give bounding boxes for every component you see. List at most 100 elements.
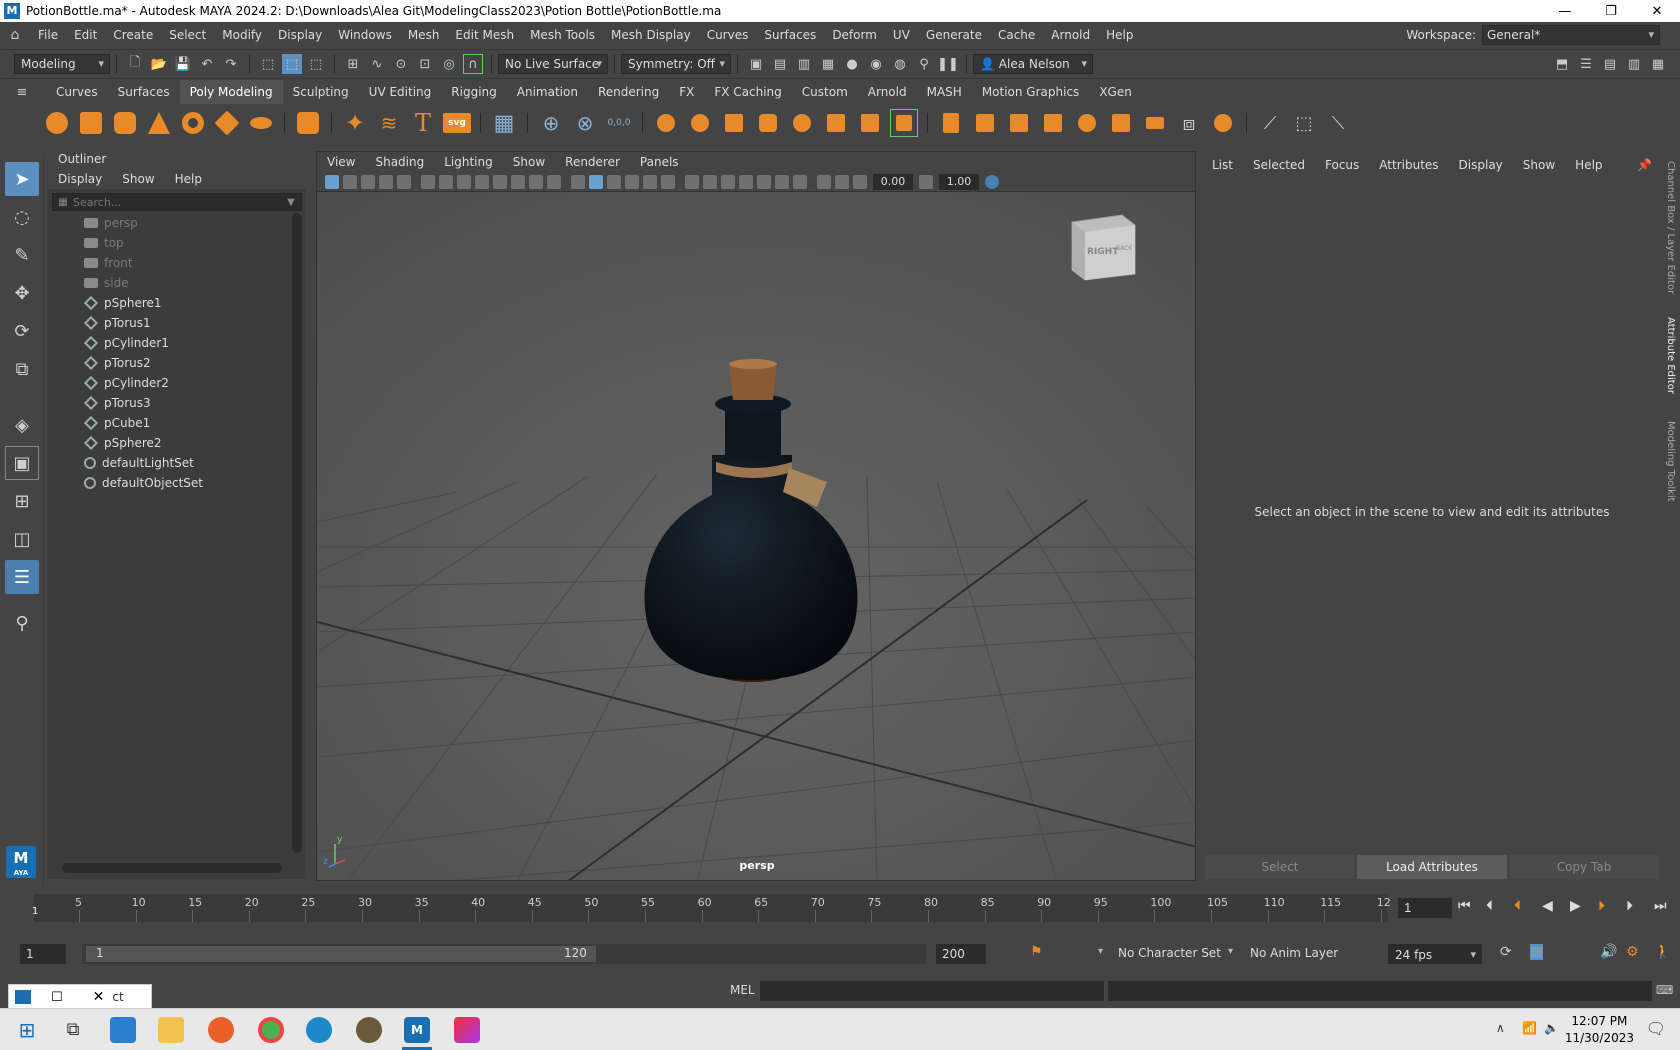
outliner-item-pcylinder1[interactable]: pCylinder1: [48, 333, 288, 353]
chevron-up-icon[interactable]: ∧: [1496, 1021, 1505, 1035]
paint-select-tool-icon[interactable]: ✎: [5, 238, 39, 272]
ae-menu-display[interactable]: Display: [1449, 158, 1513, 172]
menu-edit[interactable]: Edit: [66, 22, 105, 48]
snap-magnet-icon[interactable]: ∩: [463, 54, 483, 74]
outliner-item-defaultlightset[interactable]: defaultLightSet: [48, 453, 288, 473]
lasso-tool-icon[interactable]: ◌: [5, 200, 39, 234]
viewport-scene[interactable]: RIGHT BACK y z: [317, 192, 1195, 880]
shelf-tab-surfaces[interactable]: Surfaces: [108, 80, 180, 104]
shelf-menu-icon[interactable]: ≡: [12, 82, 32, 102]
snap-live-icon[interactable]: ◎: [439, 54, 459, 74]
poly-cone-icon[interactable]: [145, 109, 173, 137]
ae-load-attributes-button[interactable]: Load Attributes: [1357, 855, 1507, 879]
smooth-icon[interactable]: [788, 109, 816, 137]
symmetry-dropdown[interactable]: Symmetry: Off: [621, 54, 731, 74]
outliner-item-pcube1[interactable]: pCube1: [48, 413, 288, 433]
outliner-item-ptorus2[interactable]: pTorus2: [48, 353, 288, 373]
use-all-lights-icon[interactable]: [643, 174, 657, 189]
chevron-down-icon[interactable]: ▼: [281, 197, 301, 208]
smooth-shade-icon[interactable]: [589, 174, 603, 189]
quad-draw-icon[interactable]: ⧈: [1175, 109, 1203, 137]
ae-menu-show[interactable]: Show: [1513, 158, 1565, 172]
range-slider-bar[interactable]: 1 120: [82, 944, 926, 964]
edge-icon[interactable]: [306, 1017, 332, 1043]
gamma-icon[interactable]: [919, 174, 933, 189]
scale-tool-icon[interactable]: ⧉: [5, 352, 39, 386]
windows-start-icon[interactable]: ⊞: [14, 1017, 40, 1043]
outliner-item-ptorus3[interactable]: pTorus3: [48, 393, 288, 413]
cache-playback-icon[interactable]: ▦: [1530, 944, 1544, 960]
current-time-marker[interactable]: 1: [22, 894, 38, 922]
grease-pencil-icon[interactable]: [439, 174, 453, 189]
redo-icon[interactable]: ↷: [221, 54, 241, 74]
exposure-icon[interactable]: [853, 174, 867, 189]
search-icon[interactable]: ⚲: [5, 606, 39, 640]
ae-menu-help[interactable]: Help: [1565, 158, 1612, 172]
tool-settings-icon[interactable]: ▤: [1600, 54, 1620, 74]
file-explorer-icon[interactable]: [158, 1017, 184, 1043]
search-options-icon[interactable]: ▦: [53, 197, 73, 208]
pin-icon[interactable]: 📌: [1627, 158, 1662, 172]
character-set-label[interactable]: No Character Set: [1118, 946, 1221, 960]
outliner-horizontal-scrollbar[interactable]: [62, 863, 282, 873]
time-slider[interactable]: 1 5 10 15 20 25 30 35 40 45 50 55 60 65 70 75 80 85 90 95 1…: [0, 886, 1680, 930]
chrome-icon[interactable]: [258, 1017, 284, 1043]
attribute-editor-icon[interactable]: ☰: [1576, 54, 1596, 74]
arnold-ipr-icon[interactable]: ◍: [890, 54, 910, 74]
animation-end-field[interactable]: 200: [936, 944, 986, 964]
menu-surfaces[interactable]: Surfaces: [756, 22, 824, 48]
2d-pan-zoom-icon[interactable]: [397, 174, 411, 189]
shelf-tab-fx[interactable]: FX: [669, 80, 704, 104]
combine-icon[interactable]: [652, 109, 680, 137]
backface-culling-icon[interactable]: [721, 174, 735, 189]
ae-menu-focus[interactable]: Focus: [1315, 158, 1369, 172]
xray-active-icon[interactable]: [835, 174, 849, 189]
offset-edge-loop-icon[interactable]: ⬚: [1290, 109, 1318, 137]
poly-cylinder-icon[interactable]: [111, 109, 139, 137]
arnold-render-icon[interactable]: ◉: [866, 54, 886, 74]
minimize-button[interactable]: —: [1542, 4, 1588, 19]
wifi-icon[interactable]: 📶: [1522, 1021, 1537, 1035]
outliner-vertical-scrollbar[interactable]: [292, 213, 302, 853]
target-weld-icon[interactable]: ⟍: [1324, 109, 1352, 137]
outliner-item-top[interactable]: top: [48, 233, 288, 253]
workspace-dropdown[interactable]: General*: [1482, 25, 1660, 45]
menu-mesh-display[interactable]: Mesh Display: [603, 22, 699, 48]
shelf-tab-animation[interactable]: Animation: [507, 80, 588, 104]
command-input[interactable]: [760, 981, 1104, 1001]
ambient-occlusion-icon[interactable]: [739, 174, 753, 189]
anti-aliasing-icon[interactable]: [775, 174, 789, 189]
fill-hole-icon[interactable]: [1005, 109, 1033, 137]
snap-curve-icon[interactable]: ∿: [367, 54, 387, 74]
shelf-tab-motion-graphics[interactable]: Motion Graphics: [972, 80, 1090, 104]
select-component-icon[interactable]: ⬚: [306, 54, 326, 74]
menu-modify[interactable]: Modify: [214, 22, 270, 48]
viewport-menu-show[interactable]: Show: [503, 155, 555, 169]
ae-menu-attributes[interactable]: Attributes: [1369, 158, 1448, 172]
poly-plane-icon[interactable]: [213, 109, 241, 137]
poke-icon[interactable]: [1107, 109, 1135, 137]
bevel-icon[interactable]: [971, 109, 999, 137]
poly-sphere-icon[interactable]: [43, 109, 71, 137]
render-settings-icon[interactable]: ▦: [818, 54, 838, 74]
chevron-down-icon[interactable]: ▾: [1098, 946, 1103, 957]
volume-icon[interactable]: 🔈: [1544, 1021, 1559, 1035]
modeling-toolkit-icon[interactable]: ⬒: [1552, 54, 1572, 74]
motion-blur-icon[interactable]: [757, 174, 771, 189]
notification-icon[interactable]: 🗨: [1646, 1019, 1666, 1038]
outliner-menu-help[interactable]: Help: [165, 169, 212, 189]
average-vertices-icon[interactable]: [822, 109, 850, 137]
outliner-item-psphere2[interactable]: pSphere2: [48, 433, 288, 453]
menu-display[interactable]: Display: [270, 22, 330, 48]
show-manipulator-icon[interactable]: ◈: [5, 408, 39, 442]
camera-attributes-icon[interactable]: [343, 174, 357, 189]
image-plane-icon[interactable]: [379, 174, 393, 189]
resolution-gate-icon[interactable]: [493, 174, 507, 189]
shelf-tab-custom[interactable]: Custom: [792, 80, 858, 104]
camera-icon[interactable]: [421, 174, 435, 189]
safe-action-icon[interactable]: [547, 174, 561, 189]
menu-curves[interactable]: Curves: [699, 22, 757, 48]
textured-icon[interactable]: [625, 174, 639, 189]
multi-cut-icon[interactable]: [1209, 109, 1237, 137]
viewport-panel[interactable]: View Shading Lighting Show Renderer Pane…: [316, 151, 1196, 881]
